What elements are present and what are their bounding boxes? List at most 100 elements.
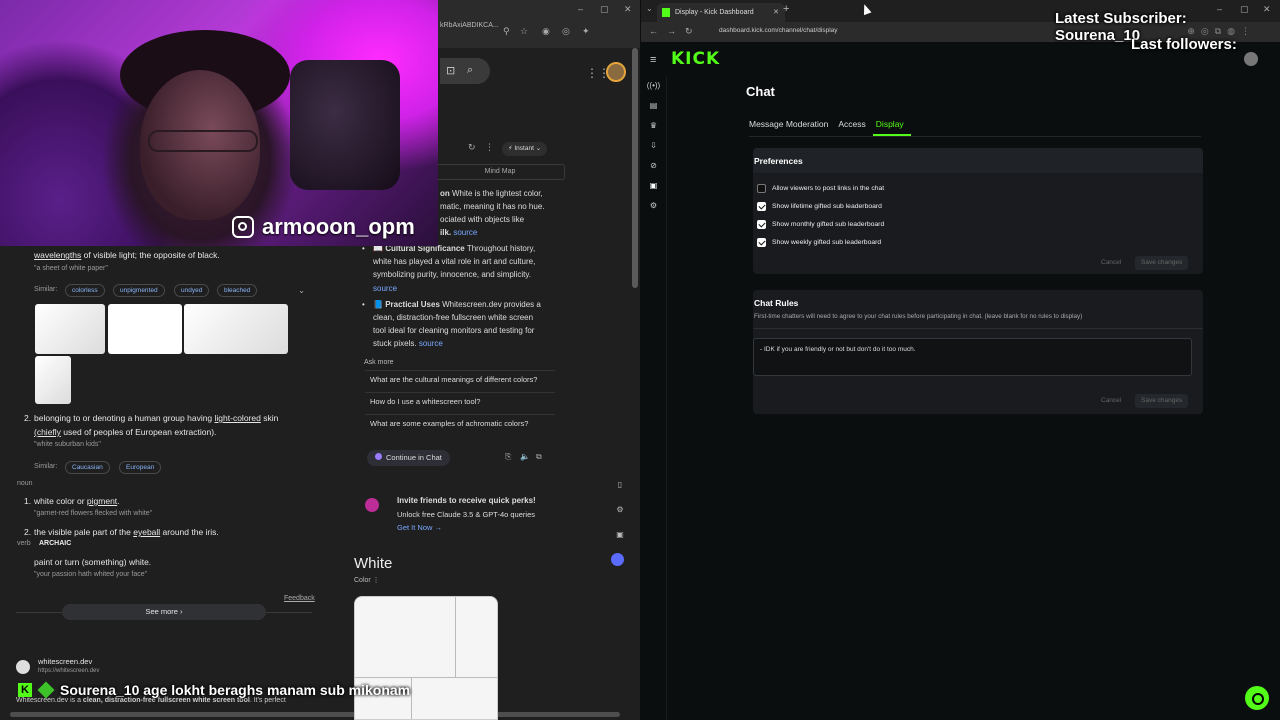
maximize-icon[interactable]: ▢ (1240, 4, 1249, 15)
moderation-icon[interactable]: ⊘ (641, 156, 666, 176)
stream-icon[interactable]: ((•)) (641, 76, 666, 96)
new-tab-icon[interactable]: + (783, 3, 789, 15)
chat-rules-textarea[interactable]: - IDK if you are friendly or not but don… (753, 338, 1192, 376)
similar-chip[interactable]: undyed (174, 284, 210, 297)
pref-allow-links[interactable]: Allow viewers to post links in the chat (757, 184, 884, 193)
save-changes-button[interactable]: Save changes (1135, 256, 1189, 270)
invite-banner[interactable]: Invite friends to receive quick perks! U… (360, 490, 560, 536)
link-light-colored[interactable]: light-colored (215, 413, 261, 423)
close-icon[interactable]: ✕ (624, 4, 632, 15)
extension3-icon[interactable]: ✦ (582, 26, 590, 37)
result-site-name[interactable]: whitescreen.dev (38, 657, 92, 666)
checkbox-checked[interactable] (757, 220, 766, 229)
copy-icon[interactable]: ⎘ (505, 452, 511, 462)
tab-list-chevron-icon[interactable]: ⌄ (646, 4, 653, 13)
book-icon[interactable]: ▯ (614, 480, 626, 505)
maximize-icon[interactable]: ▢ (600, 4, 609, 15)
white-image-4[interactable] (35, 356, 71, 404)
continue-in-chat-button[interactable]: Continue in Chat (367, 450, 450, 466)
definition-2-line2: (chiefly used of peoples of European ext… (34, 427, 216, 437)
zoom-icon[interactable]: ⚲ (503, 26, 510, 37)
white-image-2[interactable] (108, 304, 182, 354)
trophy-icon[interactable]: ♛ (641, 116, 666, 136)
lens-icon[interactable]: ⊡ (446, 64, 455, 77)
refresh-icon[interactable]: ↻ (468, 142, 476, 153)
chat-icon[interactable]: ▣ (641, 176, 666, 196)
webcam-overlay: armooon_opm (0, 0, 438, 246)
similar-chip[interactable]: unpigmented (113, 284, 165, 297)
ai-line: matic, meaning it has no hue. (440, 202, 545, 211)
link-pigment[interactable]: pigment (87, 496, 117, 506)
link-eyeball[interactable]: eyeball (133, 527, 160, 537)
white-color-swatch[interactable] (354, 596, 498, 720)
bookmark-star-icon[interactable]: ☆ (520, 26, 528, 37)
similar-chip[interactable]: colorless (65, 284, 105, 297)
kick-chat-fab[interactable] (1245, 686, 1269, 710)
close-icon[interactable]: ✕ (1263, 4, 1271, 15)
search-box-end[interactable]: ⊡ ⌕ (440, 58, 490, 84)
settings-gear-icon[interactable]: ⚙ (641, 196, 666, 216)
instant-mode-dropdown[interactable]: ⚡ Instant ⌄ (502, 142, 548, 156)
source-link[interactable]: source (419, 339, 443, 348)
white-image-3[interactable] (184, 304, 288, 354)
similar-chip[interactable]: European (119, 461, 162, 474)
nav-buttons[interactable]: ←→↻ (649, 26, 702, 37)
see-more-button[interactable]: See more › (62, 604, 266, 620)
panel-icon[interactable]: ▣ (614, 530, 626, 555)
link-wavelengths[interactable]: wavelengths (34, 250, 81, 260)
suggested-question[interactable]: What are some examples of achromatic col… (365, 414, 555, 432)
source-link[interactable]: source (453, 228, 477, 237)
close-tab-icon[interactable]: ✕ (773, 3, 779, 22)
profile-avatar[interactable] (1244, 52, 1258, 66)
hamburger-menu-icon[interactable]: ≡ (650, 54, 656, 66)
tab-display[interactable]: Display (876, 119, 904, 129)
checkbox-checked[interactable] (757, 238, 766, 247)
checkbox[interactable] (757, 184, 766, 193)
similar-chip[interactable]: Caucasian (65, 461, 110, 474)
mind-map-button[interactable]: Mind Map (435, 164, 565, 180)
download-icon[interactable]: ⇩ (641, 136, 666, 156)
tab-access[interactable]: Access (838, 119, 865, 129)
search-icon[interactable]: ⌕ (467, 64, 473, 77)
suggested-question[interactable]: How do I use a whitescreen tool? (365, 392, 555, 410)
noun2-pre: the visible pale part of the (34, 527, 134, 537)
cancel-button[interactable]: Cancel (1101, 259, 1121, 266)
vertical-scrollbar[interactable] (632, 48, 638, 288)
expand-chevron-icon[interactable]: ⌄ (298, 285, 305, 296)
knowledge-panel-subtitle: Color ⋮ (354, 577, 380, 584)
ai-line: clean, distraction-free fullscreen white… (373, 313, 534, 322)
settings-icon[interactable]: ⚙ (614, 505, 626, 530)
horizontal-scrollbar[interactable] (10, 712, 620, 717)
left-address-bar[interactable]: kRbAxiABDIKCA... (440, 22, 499, 29)
pref-lifetime-leaderboard[interactable]: Show lifetime gifted sub leaderboard (757, 202, 882, 211)
minimize-icon[interactable]: – (1217, 4, 1222, 14)
white-image-1[interactable] (35, 304, 105, 354)
tab-message-moderation[interactable]: Message Moderation (749, 119, 828, 129)
source-link[interactable]: source (373, 284, 397, 293)
cancel-button[interactable]: Cancel (1101, 397, 1121, 404)
get-it-now-link[interactable]: Get It Now → (397, 523, 442, 532)
pref-monthly-leaderboard[interactable]: Show monthly gifted sub leaderboard (757, 220, 884, 229)
result-url[interactable]: https://whitescreen.dev (38, 668, 99, 674)
assistant-bot-icon[interactable] (611, 553, 624, 566)
pref-weekly-leaderboard[interactable]: Show weekly gifted sub leaderboard (757, 238, 881, 247)
kick-logo[interactable]: KICK (671, 49, 720, 69)
speaker-icon[interactable]: 🔈 (520, 452, 530, 461)
suggested-question[interactable]: What are the cultural meanings of differ… (365, 370, 555, 388)
preferences-card: Preferences Allow viewers to post links … (753, 148, 1203, 274)
filter-icon[interactable]: ⋮ (485, 142, 494, 153)
tab-kick-dashboard[interactable]: Display - Kick Dashboard ✕ (657, 3, 785, 22)
similar-chip[interactable]: bleached (217, 284, 258, 297)
extension-icon[interactable]: ◉ (542, 26, 550, 37)
link-chiefly[interactable]: (chiefly (34, 427, 61, 437)
save-changes-button[interactable]: Save changes (1135, 394, 1189, 408)
feedback-link[interactable]: Feedback (284, 595, 315, 602)
analytics-icon[interactable]: ▤ (641, 96, 666, 116)
account-avatar[interactable] (606, 62, 626, 82)
share-icon[interactable]: ⧉ (536, 452, 542, 462)
chat-rules-description: First-time chatters will need to agree t… (754, 313, 1083, 320)
extension2-icon[interactable]: ◎ (562, 26, 570, 37)
minimize-icon[interactable]: – (578, 4, 583, 14)
address-bar[interactable]: dashboard.kick.com/channel/chat/display (719, 27, 838, 34)
checkbox-checked[interactable] (757, 202, 766, 211)
